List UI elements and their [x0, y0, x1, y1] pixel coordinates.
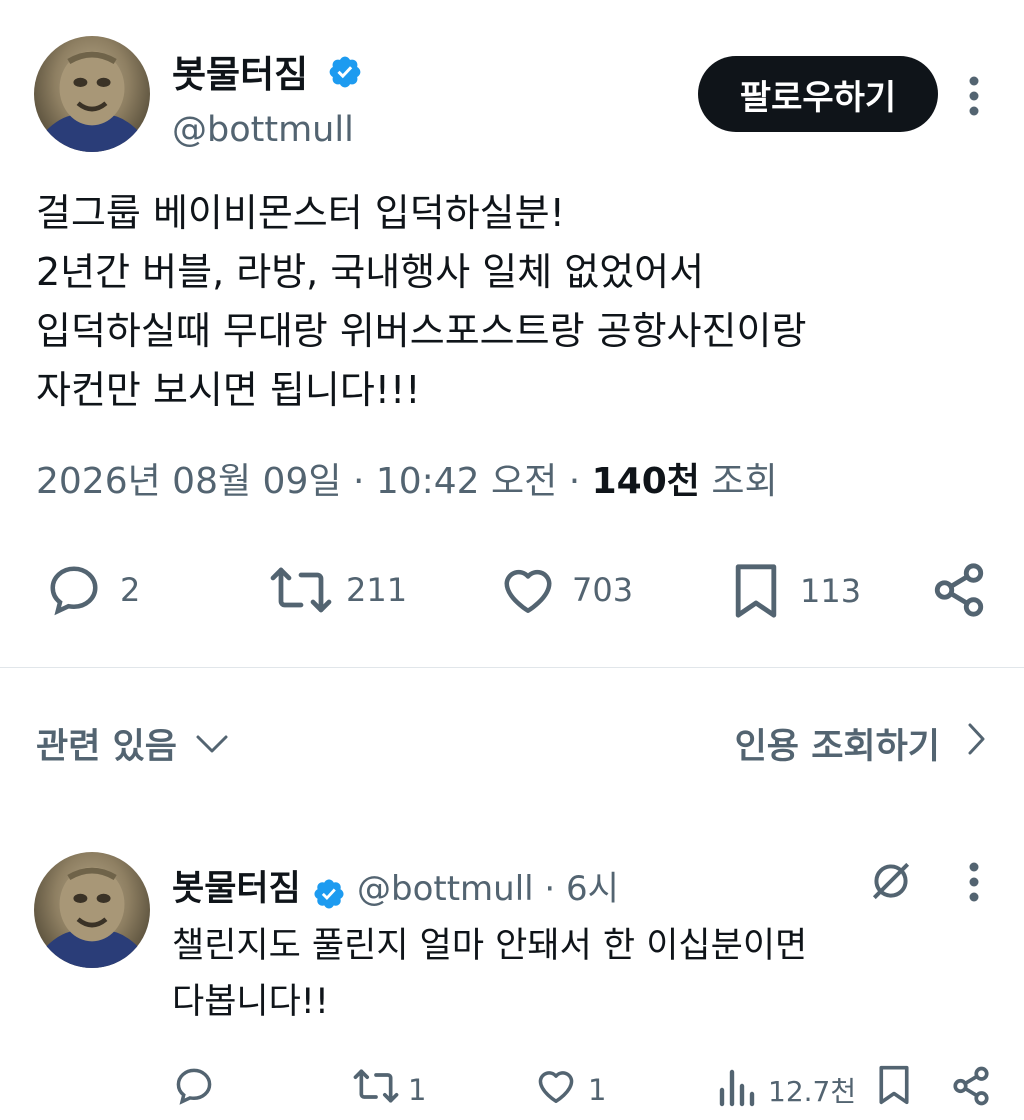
verified-badge-icon: [312, 877, 346, 915]
reply-like-count: 1: [588, 1072, 607, 1107]
bookmark-count: 113: [800, 572, 862, 610]
tweet-date[interactable]: 2026년 08월 09일: [36, 461, 341, 502]
heart-icon: [534, 1064, 578, 1115]
like-button[interactable]: 703: [498, 560, 633, 620]
chevron-down-icon: [195, 724, 229, 764]
reply-icon: [44, 560, 104, 620]
bookmark-icon: [874, 1062, 914, 1115]
reply-reply-button[interactable]: [172, 1064, 216, 1115]
tweet-text-line: 입덕하실때 무대랑 위버스포스트랑 공항사진이랑: [36, 309, 807, 353]
bookmark-icon: [728, 560, 784, 622]
analytics-icon: [716, 1064, 756, 1115]
reply-like-button[interactable]: 1: [534, 1064, 606, 1115]
verified-badge-icon: [327, 54, 363, 99]
author-name-text: 봇물터짐: [172, 53, 309, 96]
tweet-meta: 2026년 08월 09일 · 10:42 오전 · 140천 조회: [36, 452, 778, 504]
reply-share-button[interactable]: [950, 1064, 992, 1115]
reply-text-line: 다봅니다!!: [172, 982, 329, 1022]
reply-views-count: 12.7천: [768, 1074, 857, 1108]
reply-author-name[interactable]: 봇물터짐: [172, 869, 301, 909]
reply-avatar[interactable]: [34, 852, 150, 968]
retweet-icon: [352, 1064, 400, 1115]
bookmark-button[interactable]: 113: [728, 560, 861, 622]
view-quotes-link[interactable]: 인용 조회하기: [735, 718, 986, 769]
like-count: 703: [572, 571, 634, 609]
meta-separator: ·: [352, 461, 376, 502]
share-button[interactable]: [930, 560, 988, 620]
tweet-text-line: 자컨만 보시면 됩니다!!!: [36, 368, 421, 412]
tweet-time[interactable]: 10:42 오전: [376, 461, 557, 502]
reply-retweet-count: 1: [408, 1072, 427, 1107]
divider: [0, 667, 1024, 668]
reply-handle-time[interactable]: @bottmull · 6시: [357, 869, 619, 909]
meta-separator: ·: [568, 461, 592, 502]
reply-text: 챌린지도 풀린지 얼마 안돼서 한 이십분이면 다봅니다!!: [172, 918, 992, 1030]
views-label: 조회: [711, 461, 778, 502]
reply-icon: [172, 1064, 216, 1115]
view-quotes-label: 인용 조회하기: [734, 727, 940, 767]
grok-icon[interactable]: [866, 856, 916, 910]
tweet-text: 걸그룹 베이비몬스터 입덕하실분! 2년간 버블, 라방, 국내행사 일체 없었…: [36, 184, 996, 420]
follow-button[interactable]: 팔로우하기: [698, 56, 938, 132]
heart-icon: [498, 560, 558, 620]
retweet-button[interactable]: 211: [268, 560, 407, 620]
author-handle[interactable]: @bottmull: [172, 110, 354, 150]
reply-button[interactable]: 2: [44, 560, 140, 620]
reply-text-line: 챌린지도 풀린지 얼마 안돼서 한 이십분이면: [172, 926, 808, 966]
reply-header: 봇물터짐 @bottmull · 6시: [172, 860, 619, 915]
related-dropdown[interactable]: 관련 있음: [36, 718, 229, 769]
chevron-right-icon: [966, 722, 986, 765]
reply-bookmark-button[interactable]: [874, 1062, 914, 1115]
reply-views-button[interactable]: 12.7천: [716, 1064, 856, 1115]
related-label: 관련 있음: [36, 727, 177, 767]
share-icon: [930, 560, 988, 620]
more-options-icon[interactable]: [968, 76, 980, 120]
reply-more-options-icon[interactable]: [968, 862, 980, 906]
tweet-text-line: 2년간 버블, 라방, 국내행사 일체 없었어서: [36, 250, 705, 294]
reply-retweet-button[interactable]: 1: [352, 1064, 426, 1115]
author-name[interactable]: 봇물터짐: [172, 44, 363, 99]
retweet-count: 211: [346, 571, 408, 609]
avatar[interactable]: [34, 36, 150, 152]
reply-count: 2: [120, 571, 141, 609]
views-count: 140천: [591, 461, 700, 502]
tweet-text-line: 걸그룹 베이비몬스터 입덕하실분!: [36, 191, 565, 235]
retweet-icon: [268, 560, 334, 620]
share-icon: [950, 1064, 992, 1115]
